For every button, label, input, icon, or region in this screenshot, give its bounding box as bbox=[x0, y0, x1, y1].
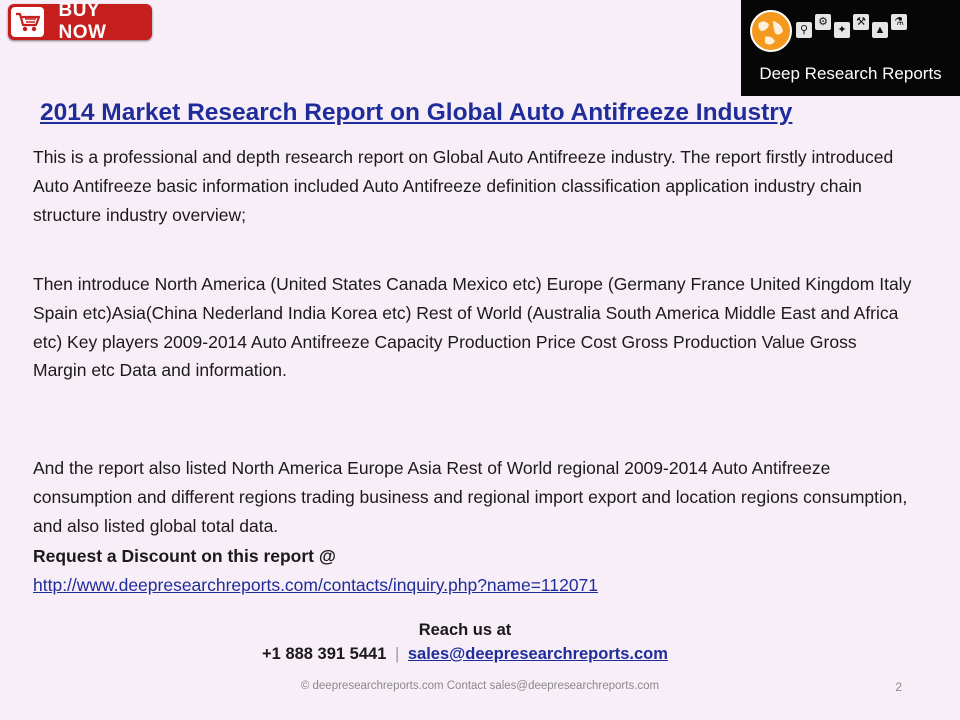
email-link[interactable]: sales@deepresearchreports.com bbox=[408, 645, 668, 663]
contact-separator: | bbox=[394, 645, 400, 663]
deep-research-reports-logo: ⚲ ⚙ ✦ ⚒ ▲ ⚗ Deep Research Reports bbox=[741, 0, 960, 96]
search-icon: ⚲ bbox=[796, 22, 812, 38]
report-title: 2014 Market Research Report on Global Au… bbox=[40, 99, 793, 126]
regions-paragraph: Then introduce North America (United Sta… bbox=[33, 274, 912, 381]
page-number: 2 bbox=[895, 680, 902, 694]
phone-number: +1 888 391 5441 bbox=[262, 645, 387, 663]
contact-line: +1 888 391 5441 | sales@deepresearchrepo… bbox=[0, 645, 930, 664]
wrench-icon: ⚒ bbox=[853, 14, 869, 30]
shopping-cart-icon bbox=[11, 7, 45, 37]
globe-icon bbox=[750, 10, 792, 52]
flask-icon: ⚗ bbox=[891, 14, 907, 30]
inquiry-link[interactable]: http://www.deepresearchreports.com/conta… bbox=[33, 575, 598, 596]
intro-paragraph: This is a professional and depth researc… bbox=[33, 147, 894, 225]
footer-text: © deepresearchreports.com Contact sales@… bbox=[300, 680, 660, 692]
logo-icon-row: ⚲ ⚙ ✦ ⚒ ▲ ⚗ bbox=[796, 14, 907, 38]
chart-icon: ▲ bbox=[872, 22, 888, 38]
reach-us-heading: Reach us at bbox=[418, 621, 512, 639]
buy-now-button[interactable]: BUY NOW bbox=[8, 0, 152, 43]
discount-request-text: Request a Discount on this report @ bbox=[33, 546, 336, 566]
buy-now-label: BUY NOW bbox=[58, 0, 107, 43]
consumption-paragraph: And the report also listed North America… bbox=[33, 458, 908, 536]
puzzle-icon: ✦ bbox=[834, 22, 850, 38]
settings-icon: ⚙ bbox=[815, 14, 831, 30]
logo-name: Deep Research Reports bbox=[759, 64, 942, 83]
